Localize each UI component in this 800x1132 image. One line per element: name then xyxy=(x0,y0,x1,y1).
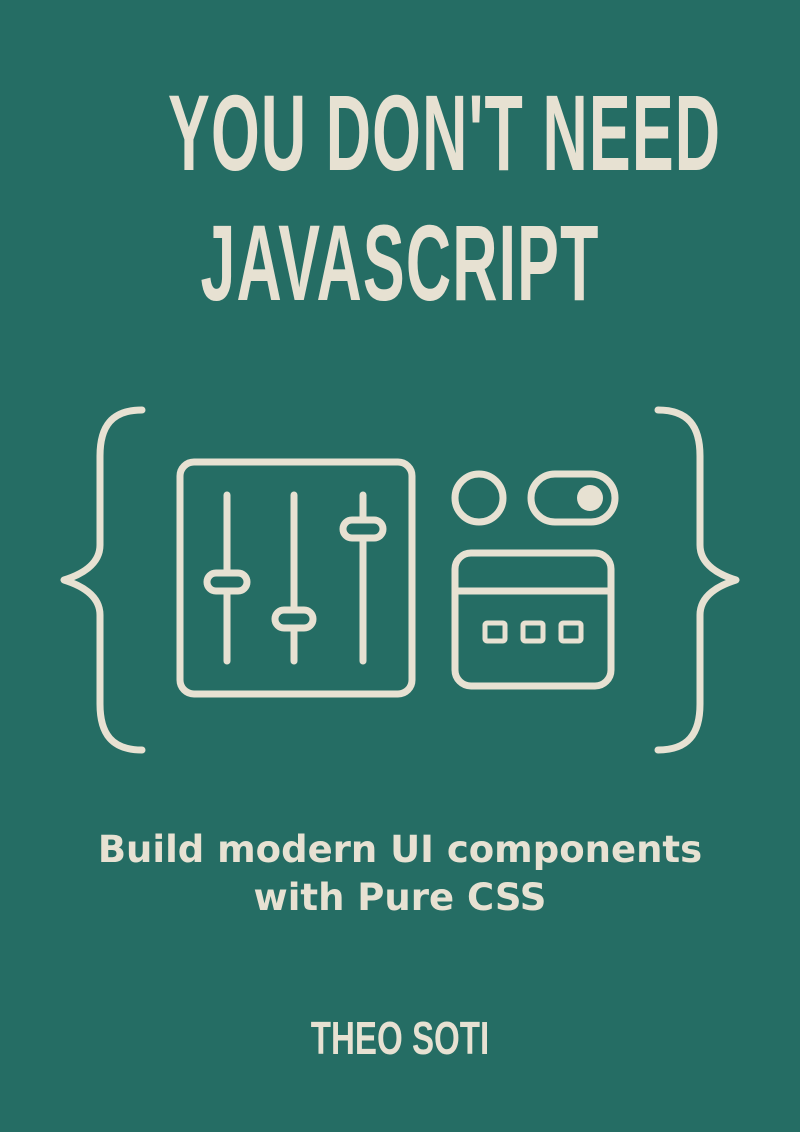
curly-brace-right-icon xyxy=(654,406,740,754)
book-title: YOU DON'T NEED JAVASCRIPT xyxy=(0,68,800,328)
author-name: THEO SOTI xyxy=(310,1012,490,1064)
browser-window-icon xyxy=(451,549,615,690)
slider-knob-3 xyxy=(339,516,387,542)
toggle-switch-icon xyxy=(527,470,619,526)
curly-brace-left-icon xyxy=(60,406,146,754)
title-line-2: JAVASCRIPT xyxy=(200,202,600,323)
sliders-panel-icon xyxy=(176,458,416,698)
subtitle-line-1: Build modern UI components xyxy=(97,828,703,871)
book-cover: YOU DON'T NEED JAVASCRIPT Build modern U… xyxy=(0,0,800,1132)
slider-knob-1 xyxy=(203,569,251,595)
title-line-1: YOU DON'T NEED xyxy=(168,72,722,193)
radio-button-icon xyxy=(451,470,507,526)
slider-knob-2 xyxy=(271,606,317,632)
book-subtitle: Build modern UI components with Pure CSS xyxy=(0,826,800,922)
subtitle-line-2: with Pure CSS xyxy=(253,876,547,919)
